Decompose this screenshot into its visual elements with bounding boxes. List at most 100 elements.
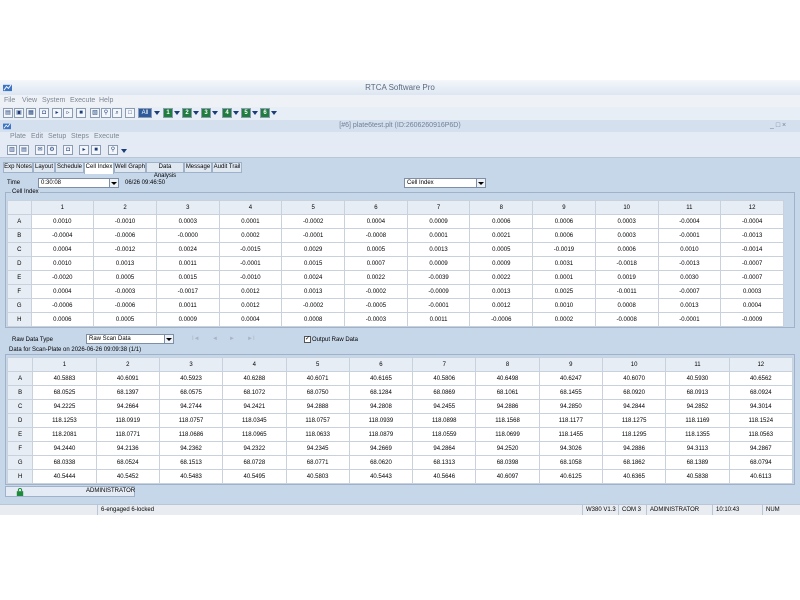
table-cell[interactable]: 0.0012 <box>218 298 283 313</box>
table-cell[interactable]: -0.0006 <box>30 298 95 313</box>
table-cell[interactable]: 94.3026 <box>538 441 603 456</box>
table-cell[interactable]: -0.0017 <box>155 284 220 299</box>
open-icon[interactable]: ▤ <box>3 108 13 118</box>
device-1-button[interactable]: 1 <box>163 108 173 118</box>
table-cell[interactable]: 40.5444 <box>32 469 97 484</box>
table-cell[interactable]: 0.0006 <box>469 214 534 229</box>
table-cell[interactable]: 0.0029 <box>281 242 346 257</box>
chevron-down-icon[interactable] <box>154 111 160 115</box>
table-cell[interactable]: 68.0913 <box>665 385 730 400</box>
table-cell[interactable]: 0.0009 <box>406 256 471 271</box>
table-cell[interactable]: 40.6247 <box>538 371 603 386</box>
table-cell[interactable]: 94.2421 <box>222 399 287 414</box>
table-cell[interactable]: 40.5883 <box>32 371 97 386</box>
table-cell[interactable]: 40.5495 <box>222 469 287 484</box>
table-cell[interactable]: 40.5806 <box>412 371 477 386</box>
report-icon[interactable]: ▧ <box>90 108 100 118</box>
table-cell[interactable]: 0.0006 <box>532 214 596 229</box>
table-cell[interactable]: 0.0011 <box>155 298 220 313</box>
notes-icon[interactable]: ▤ <box>19 145 29 155</box>
table-cell[interactable]: 0.0010 <box>657 242 722 257</box>
table-cell[interactable]: -0.0004 <box>720 214 784 229</box>
table-cell[interactable]: 68.0525 <box>32 385 97 400</box>
table-cell[interactable]: 0.0024 <box>155 242 220 257</box>
table-cell[interactable]: 94.2136 <box>95 441 160 456</box>
plate-icon[interactable]: ▥ <box>7 145 17 155</box>
table-cell[interactable]: 118.1275 <box>601 413 667 428</box>
table-cell[interactable]: 118.0898 <box>412 413 477 428</box>
all-devices-button[interactable]: All <box>138 108 152 118</box>
chevron-down-icon[interactable] <box>252 111 258 115</box>
table-cell[interactable]: 94.2345 <box>285 441 350 456</box>
table-cell[interactable]: -0.0013 <box>720 228 784 243</box>
table-cell[interactable]: -0.0002 <box>281 214 346 229</box>
window-controls[interactable]: _ □ × <box>770 122 786 129</box>
table-cell[interactable]: -0.0018 <box>594 256 659 271</box>
table-cell[interactable]: 118.0563 <box>728 427 794 442</box>
table-cell[interactable]: 68.1061 <box>475 385 540 400</box>
table-cell[interactable]: -0.0005 <box>344 298 408 313</box>
table-cell[interactable]: 0.0022 <box>469 270 534 285</box>
table-cell[interactable]: -0.0008 <box>594 312 659 327</box>
menu-help[interactable]: Help <box>99 97 113 104</box>
table-cell[interactable]: 0.0009 <box>406 214 471 229</box>
table-cell[interactable]: 118.0345 <box>222 413 287 428</box>
table-cell[interactable]: 94.2362 <box>158 441 224 456</box>
table-cell[interactable]: 0.0002 <box>532 312 596 327</box>
first-record-button[interactable]: I◄ <box>192 336 200 342</box>
window-icon[interactable]: □ <box>125 108 135 118</box>
device-4-button[interactable]: 4 <box>222 108 232 118</box>
table-cell[interactable]: 68.0620 <box>348 455 414 470</box>
table-cell[interactable]: 118.2081 <box>32 427 97 442</box>
table-cell[interactable]: -0.0001 <box>657 312 722 327</box>
table-cell[interactable]: 118.1568 <box>475 413 540 428</box>
tab-data-analysis[interactable]: Data Analysis <box>146 162 184 179</box>
table-cell[interactable]: 40.6113 <box>728 469 794 484</box>
step-icon[interactable]: ▹ <box>63 108 73 118</box>
table-cell[interactable]: 0.0011 <box>406 312 471 327</box>
table-cell[interactable]: 40.6498 <box>475 371 540 386</box>
table-cell[interactable]: 118.1177 <box>538 413 603 428</box>
table-cell[interactable]: 68.1513 <box>158 455 224 470</box>
tab-exp-notes[interactable]: Exp Notes <box>3 162 33 173</box>
menu-execute[interactable]: Execute <box>70 97 95 104</box>
tab-well-graph[interactable]: Well Graph <box>114 162 146 173</box>
output-raw-data-checkbox[interactable]: ✓ <box>304 336 311 343</box>
table-cell[interactable]: 0.0013 <box>657 298 722 313</box>
table-cell[interactable]: 0.0005 <box>469 242 534 257</box>
table-cell[interactable]: 68.1058 <box>538 455 603 470</box>
table-cell[interactable]: 94.2322 <box>222 441 287 456</box>
table-cell[interactable]: 94.2744 <box>158 399 224 414</box>
table-cell[interactable]: 94.2808 <box>348 399 414 414</box>
table-cell[interactable]: 0.0003 <box>594 214 659 229</box>
search-icon[interactable]: ⚲ <box>101 108 111 118</box>
table-cell[interactable]: 0.0004 <box>720 298 784 313</box>
table-cell[interactable]: 40.5646 <box>412 469 477 484</box>
chevron-down-icon[interactable] <box>109 179 118 187</box>
chevron-down-icon[interactable] <box>164 335 173 343</box>
table-cell[interactable]: 68.1389 <box>665 455 730 470</box>
tab-layout[interactable]: Layout <box>33 162 55 173</box>
table-cell[interactable]: -0.0000 <box>155 228 220 243</box>
table-cell[interactable]: 0.0004 <box>344 214 408 229</box>
chevron-down-icon[interactable] <box>174 111 180 115</box>
table-cell[interactable]: 118.0771 <box>95 427 160 442</box>
tab-audit-trail[interactable]: Audit Trail <box>212 162 242 173</box>
menu-setup[interactable]: Setup <box>48 133 66 140</box>
table-cell[interactable]: 94.3113 <box>665 441 730 456</box>
table-cell[interactable]: 40.6070 <box>601 371 667 386</box>
table-cell[interactable]: -0.0039 <box>406 270 471 285</box>
table-cell[interactable]: 118.0699 <box>475 427 540 442</box>
table-cell[interactable]: 40.6165 <box>348 371 414 386</box>
chevron-down-icon[interactable] <box>121 149 127 153</box>
table-cell[interactable]: 118.0965 <box>222 427 287 442</box>
table-cell[interactable]: 94.2669 <box>348 441 414 456</box>
table-cell[interactable]: 68.0924 <box>728 385 794 400</box>
table-cell[interactable]: 118.0757 <box>158 413 224 428</box>
table-cell[interactable]: 68.0750 <box>285 385 350 400</box>
table-cell[interactable]: 40.6288 <box>222 371 287 386</box>
table-cell[interactable]: -0.0015 <box>218 242 283 257</box>
table-cell[interactable]: -0.0009 <box>720 312 784 327</box>
table-cell[interactable]: 68.0920 <box>601 385 667 400</box>
chevron-down-icon[interactable] <box>233 111 239 115</box>
